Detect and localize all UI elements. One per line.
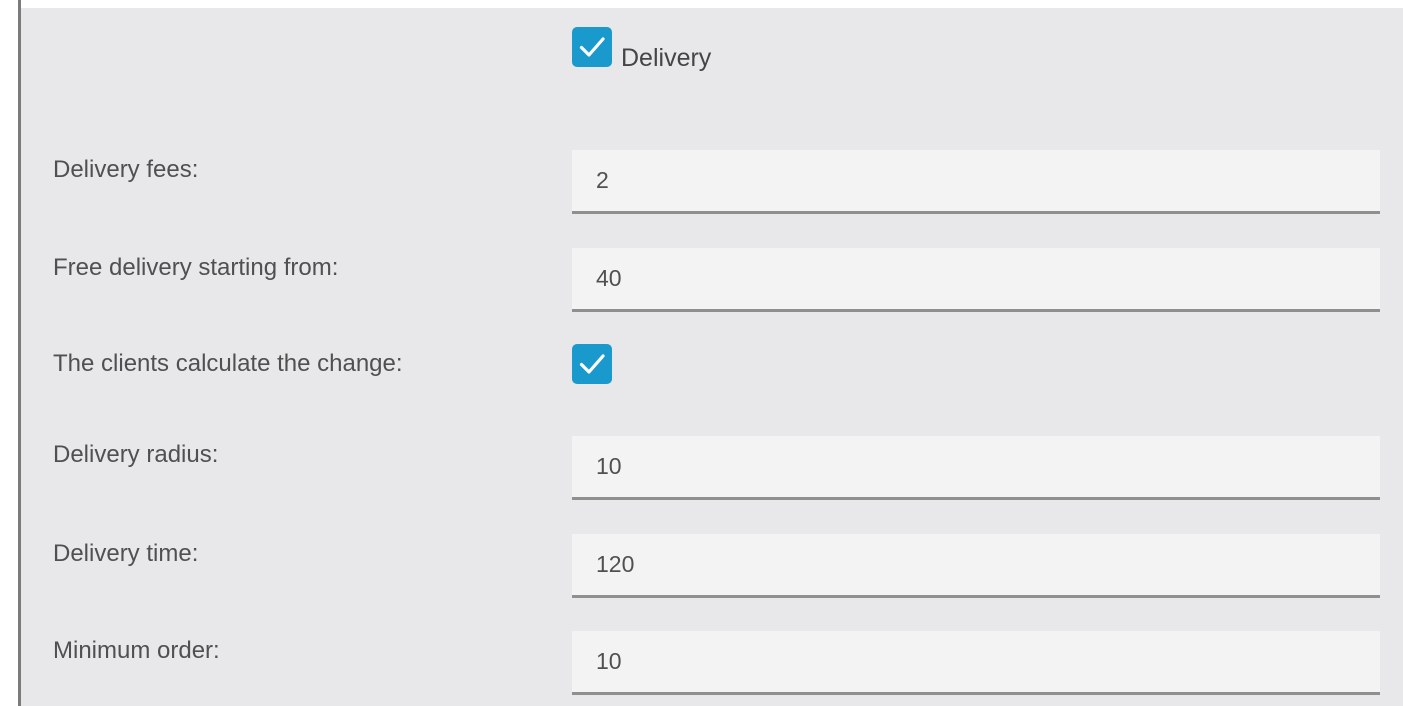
check-icon bbox=[579, 354, 605, 374]
check-icon bbox=[579, 37, 605, 57]
delivery-fees-input[interactable] bbox=[572, 150, 1380, 214]
clients-calculate-change-label: The clients calculate the change: bbox=[53, 350, 403, 377]
delivery-checkbox[interactable] bbox=[572, 27, 612, 67]
delivery-time-input[interactable] bbox=[572, 534, 1380, 598]
minimum-order-input[interactable] bbox=[572, 631, 1380, 695]
delivery-checkbox-label: Delivery bbox=[621, 44, 712, 72]
minimum-order-label: Minimum order: bbox=[53, 637, 220, 664]
free-delivery-label: Free delivery starting from: bbox=[53, 254, 339, 281]
delivery-time-label: Delivery time: bbox=[53, 540, 199, 567]
free-delivery-input[interactable] bbox=[572, 248, 1380, 312]
delivery-fees-label: Delivery fees: bbox=[53, 156, 199, 183]
delivery-radius-label: Delivery radius: bbox=[53, 441, 219, 468]
delivery-radius-input[interactable] bbox=[572, 436, 1380, 500]
clients-calculate-change-checkbox[interactable] bbox=[572, 344, 612, 384]
